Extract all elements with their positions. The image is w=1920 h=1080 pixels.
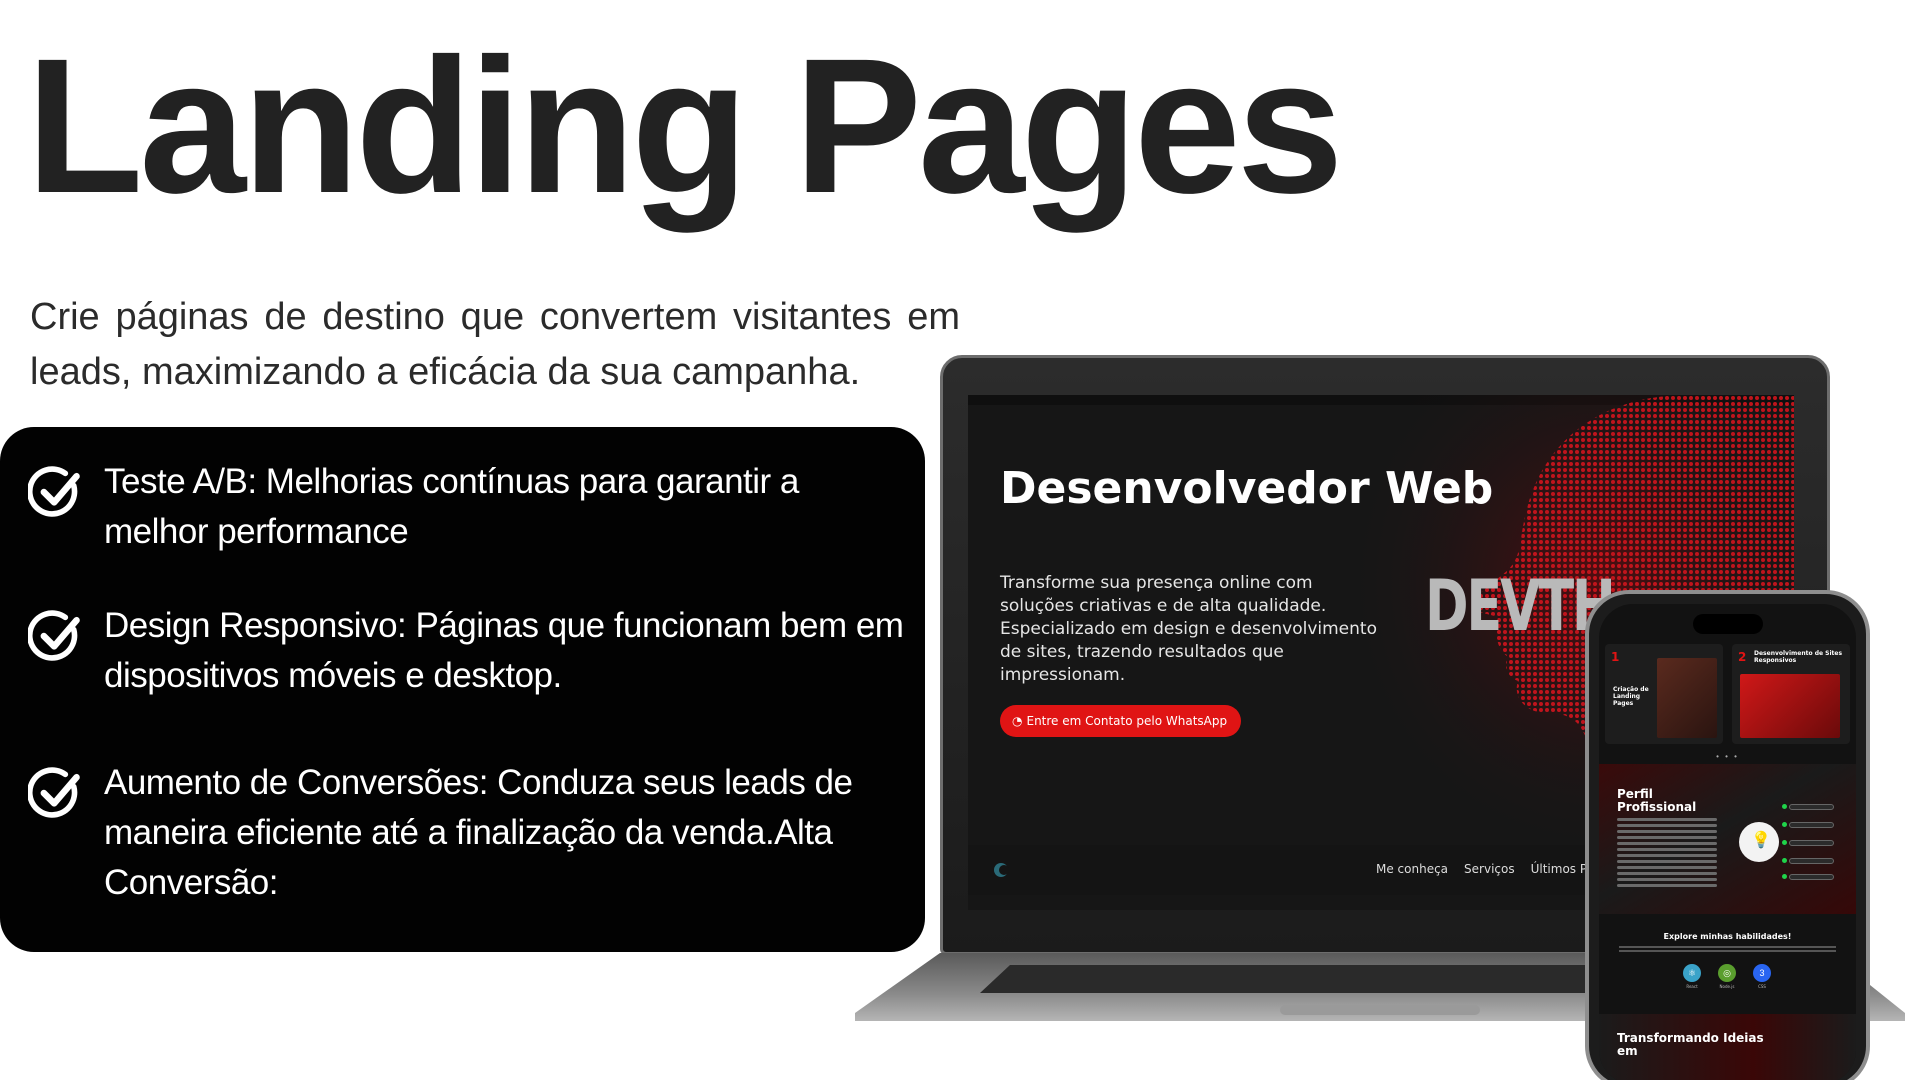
service-image — [1740, 674, 1840, 738]
site-logo-icon — [994, 863, 1009, 877]
phone-mockup: 1 Criação de Landing Pages 2 Desenvolvim… — [1585, 590, 1870, 1080]
profile-title: Perfil Profissional — [1617, 787, 1697, 814]
page-title: Landing Pages — [26, 18, 1344, 233]
feature-text: Teste A/B: Melhorias contínuas para gara… — [104, 462, 799, 551]
feature-item-ab-test: Teste A/B: Melhorias contínuas para gara… — [28, 457, 904, 557]
tech-label: CSS — [1758, 984, 1766, 989]
skill-dot — [1782, 874, 1787, 879]
service-label: Desenvolvimento de Sites Responsivos — [1754, 650, 1843, 664]
check-circle-icon — [28, 610, 80, 661]
whatsapp-button-label: Entre em Contato pelo WhatsApp — [1026, 714, 1228, 728]
skill-pill — [1789, 858, 1834, 864]
skills-title: Explore minhas habilidades! — [1663, 932, 1792, 941]
hero-description: Transforme sua presença online com soluç… — [1000, 573, 1377, 685]
service-number: 2 — [1738, 650, 1747, 664]
service-card-responsive[interactable]: 2 Desenvolvimento de Sites Responsivos — [1732, 644, 1850, 744]
phone-screen: 1 Criação de Landing Pages 2 Desenvolvim… — [1599, 604, 1856, 1080]
phone-notch — [1693, 614, 1763, 634]
feature-item-responsive: Design Responsivo: Páginas que funcionam… — [28, 601, 904, 701]
skill-dot — [1782, 822, 1787, 827]
hero-title: Desenvolvedor Web — [1000, 463, 1494, 514]
nav-link-servicos[interactable]: Serviços — [1464, 862, 1515, 876]
carousel-dots[interactable]: • • • — [1599, 752, 1856, 761]
feature-text: Design Responsivo: Páginas que funcionam… — [104, 606, 904, 695]
service-label: Criação de Landing Pages — [1613, 686, 1649, 707]
skill-dot — [1782, 840, 1787, 845]
profile-text-lines — [1617, 818, 1717, 890]
profile-section: Perfil Profissional 💡 — [1599, 764, 1856, 914]
skill-dot — [1782, 804, 1787, 809]
skills-subtitle-lines — [1619, 946, 1836, 954]
service-number: 1 — [1611, 650, 1620, 664]
react-icon: ⚛ — [1683, 964, 1701, 982]
check-circle-icon — [28, 767, 80, 818]
css-icon: 3 — [1753, 964, 1771, 982]
lightbulb-icon: 💡 — [1751, 832, 1771, 849]
feature-text: Aumento de Conversões: Conduza seus lead… — [104, 763, 853, 902]
feature-item-conversions: Aumento de Conversões: Conduza seus lead… — [28, 758, 904, 908]
skill-pill — [1789, 822, 1834, 828]
page-subtitle: Crie páginas de destino que convertem vi… — [30, 296, 960, 393]
nodejs-icon: ◎ — [1718, 964, 1736, 982]
skill-pill — [1789, 874, 1834, 880]
service-card-landing[interactable]: 1 Criação de Landing Pages — [1605, 644, 1723, 744]
check-circle-icon — [28, 466, 80, 517]
service-image — [1657, 658, 1717, 738]
features-card: Teste A/B: Melhorias contínuas para gara… — [0, 427, 925, 952]
nav-link-me-conheca[interactable]: Me conheça — [1376, 862, 1448, 876]
nav-links: Me conheça Serviços Últimos Pro — [1376, 862, 1599, 876]
tech-label: Node.js — [1719, 984, 1735, 989]
whatsapp-contact-button[interactable]: ◔ Entre em Contato pelo WhatsApp — [1000, 705, 1242, 737]
skill-dot — [1782, 858, 1787, 863]
skill-pill — [1789, 840, 1834, 846]
skill-pill — [1789, 804, 1834, 810]
bottom-title: Transformando Ideias em — [1617, 1031, 1764, 1058]
whatsapp-icon: ◔ — [1012, 714, 1023, 728]
tech-label: React — [1686, 984, 1698, 989]
